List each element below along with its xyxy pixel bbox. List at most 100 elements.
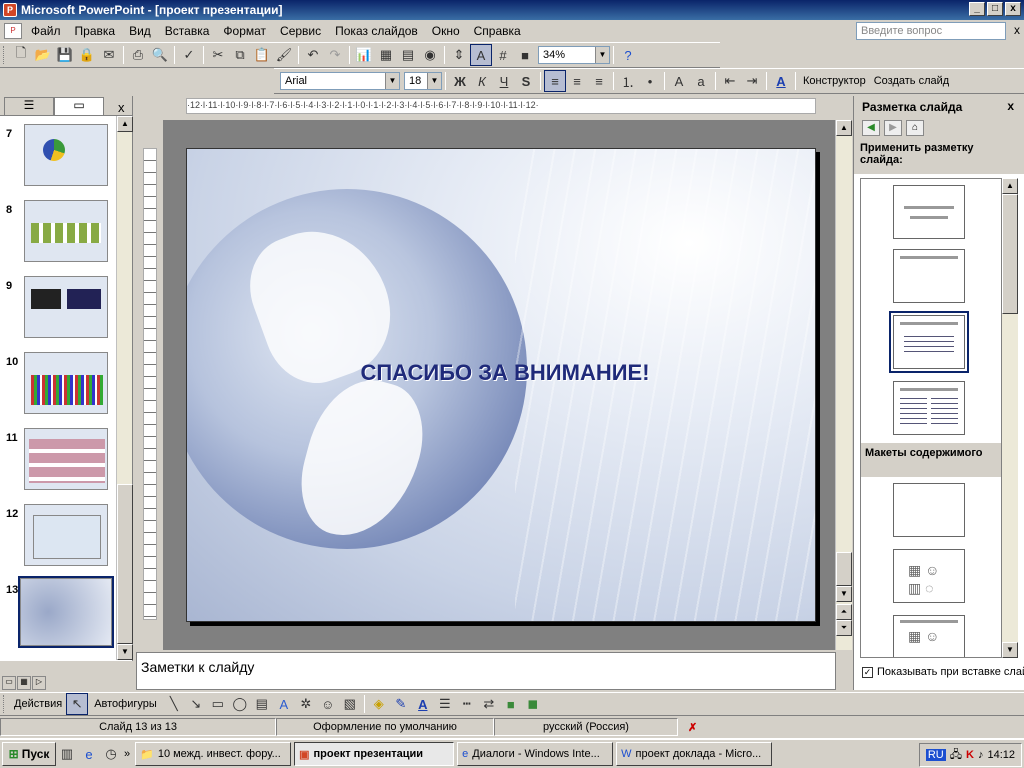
thumbnails-scrollbar[interactable]: ▲ ▼ xyxy=(116,116,133,660)
slide-thumbnail-10[interactable] xyxy=(24,352,108,414)
designer-button[interactable]: Конструктор xyxy=(799,75,870,87)
wordart-icon[interactable]: A xyxy=(273,693,295,715)
menu-window[interactable]: Окно xyxy=(425,24,467,38)
diagram-icon[interactable]: ✲ xyxy=(295,693,317,715)
slide-sorter-icon[interactable]: ▦ xyxy=(17,676,31,690)
numbering-icon[interactable]: ⒈ xyxy=(617,70,639,92)
tables-borders-icon[interactable]: ▤ xyxy=(397,44,419,66)
new-document-icon[interactable]: 🗋 xyxy=(10,44,32,66)
next-slide-icon[interactable]: ⏷ xyxy=(836,620,852,636)
font-color-icon[interactable]: A xyxy=(770,70,792,92)
scroll-thumb[interactable] xyxy=(1002,194,1018,314)
layout-title-content[interactable]: ▦ ☺ xyxy=(893,615,965,657)
close-button[interactable]: x xyxy=(1005,2,1021,16)
italic-button[interactable]: К xyxy=(471,70,493,92)
menu-tools[interactable]: Сервис xyxy=(273,24,328,38)
layout-gallery-scrollbar[interactable]: ▲ ▼ xyxy=(1002,178,1018,658)
menu-file[interactable]: Файл xyxy=(24,24,68,38)
notes-field[interactable]: Заметки к слайду xyxy=(136,652,836,690)
expand-all-icon[interactable]: ⇕ xyxy=(448,44,470,66)
slide-scrollbar[interactable]: ▲ ▼ ⏶ ⏷ xyxy=(835,120,852,650)
quicklaunch-more-icon[interactable]: » xyxy=(124,748,130,760)
scroll-thumb[interactable] xyxy=(117,484,133,644)
textbox-icon[interactable]: ▤ xyxy=(251,693,273,715)
chevron-down-icon[interactable]: ▼ xyxy=(595,47,609,63)
scroll-down-icon[interactable]: ▼ xyxy=(117,644,133,660)
chevron-down-icon[interactable]: ▼ xyxy=(385,73,399,89)
clock-app-icon[interactable]: ◷ xyxy=(100,743,122,765)
font-size-select[interactable]: 18 ▼ xyxy=(404,72,442,90)
back-icon[interactable]: ◀ xyxy=(862,120,880,136)
color-grayscale-icon[interactable]: ■ xyxy=(514,44,536,66)
language-indicator[interactable]: RU xyxy=(925,749,946,761)
arrow-style-icon[interactable]: ⇄ xyxy=(478,693,500,715)
slide-thumbnail-12[interactable] xyxy=(24,504,108,566)
save-icon[interactable]: 💾 xyxy=(54,44,76,66)
menu-help[interactable]: Справка xyxy=(467,24,528,38)
layout-title-only[interactable] xyxy=(893,249,965,303)
decrease-indent-icon[interactable]: ⇤ xyxy=(719,70,741,92)
bold-button[interactable]: Ж xyxy=(449,70,471,92)
document-close-button[interactable]: x xyxy=(1014,23,1020,37)
clock[interactable]: 14:12 xyxy=(987,749,1015,761)
scroll-thumb[interactable] xyxy=(836,552,852,586)
shadow-button[interactable]: S xyxy=(515,70,537,92)
layout-two-columns[interactable] xyxy=(893,381,965,435)
slide-thumbnail-11[interactable] xyxy=(24,428,108,490)
menu-edit[interactable]: Правка xyxy=(68,24,123,38)
scroll-up-icon[interactable]: ▲ xyxy=(117,116,133,132)
ie-icon[interactable]: e xyxy=(78,743,100,765)
scroll-down-icon[interactable]: ▼ xyxy=(1002,642,1018,658)
task-folder[interactable]: 📁 10 межд. инвест. фору... xyxy=(135,742,292,766)
select-pointer-icon[interactable]: ↖ xyxy=(66,693,89,715)
show-formatting-icon[interactable]: A xyxy=(470,44,492,66)
normal-view-icon[interactable]: ▭ xyxy=(2,676,16,690)
align-left-icon[interactable]: ≡ xyxy=(544,70,566,92)
format-painter-icon[interactable]: 🖌 xyxy=(273,44,295,66)
chevron-down-icon[interactable]: ▼ xyxy=(427,73,441,89)
font-select[interactable]: Arial ▼ xyxy=(280,72,400,90)
increase-indent-icon[interactable]: ⇥ xyxy=(741,70,763,92)
menu-view[interactable]: Вид xyxy=(122,24,158,38)
email-icon[interactable]: ✉ xyxy=(98,44,120,66)
permission-icon[interactable]: 🔒 xyxy=(76,44,98,66)
antivirus-icon[interactable]: K xyxy=(966,749,974,761)
actions-menu[interactable]: Действия xyxy=(10,698,66,710)
home-icon[interactable]: ⌂ xyxy=(906,120,924,136)
3d-style-icon[interactable]: ◼ xyxy=(522,693,544,715)
show-desktop-icon[interactable]: ▥ xyxy=(56,743,78,765)
cut-icon[interactable]: ✂ xyxy=(207,44,229,66)
copy-icon[interactable]: ⧉ xyxy=(229,44,251,66)
arrow-icon[interactable]: ↘ xyxy=(185,693,207,715)
underline-button[interactable]: Ч xyxy=(493,70,515,92)
line-color-icon[interactable]: ✎ xyxy=(390,693,412,715)
align-right-icon[interactable]: ≡ xyxy=(588,70,610,92)
oval-icon[interactable]: ◯ xyxy=(229,693,251,715)
show-on-insert-option[interactable]: ✓ Показывать при вставке слайдов xyxy=(862,666,1024,678)
task-word[interactable]: Wпроект доклада - Micro... xyxy=(616,742,773,766)
forward-icon[interactable]: ▶ xyxy=(884,120,902,136)
document-icon[interactable]: P xyxy=(4,23,22,39)
increase-font-icon[interactable]: A xyxy=(668,70,690,92)
print-preview-icon[interactable]: 🔍 xyxy=(149,44,171,66)
dash-style-icon[interactable]: ┅ xyxy=(456,693,478,715)
task-ie[interactable]: e Диалоги - Windows Inte... xyxy=(457,742,614,766)
fill-color-icon[interactable]: ◈ xyxy=(368,693,390,715)
tab-slides[interactable]: ▭ xyxy=(54,97,104,115)
scroll-down-icon[interactable]: ▼ xyxy=(836,586,852,602)
slide-thumbnail-8[interactable] xyxy=(24,200,108,262)
slideshow-icon[interactable]: ▷ xyxy=(32,676,46,690)
redo-icon[interactable]: ↷ xyxy=(324,44,346,66)
zoom-select[interactable]: 34% ▼ xyxy=(538,46,610,64)
show-on-insert-checkbox[interactable]: ✓ xyxy=(862,666,873,678)
menu-insert[interactable]: Вставка xyxy=(158,24,217,38)
print-icon[interactable]: ⎙ xyxy=(127,44,149,66)
new-slide-button[interactable]: Создать слайд xyxy=(870,75,953,87)
layout-title-text[interactable] xyxy=(889,311,969,373)
rectangle-icon[interactable]: ▭ xyxy=(207,693,229,715)
spelling-icon[interactable]: ✓ xyxy=(178,44,200,66)
align-center-icon[interactable]: ≡ xyxy=(566,70,588,92)
shadow-style-icon[interactable]: ■ xyxy=(500,693,522,715)
layout-blank[interactable] xyxy=(893,483,965,537)
menu-slideshow[interactable]: Показ слайдов xyxy=(328,24,425,38)
